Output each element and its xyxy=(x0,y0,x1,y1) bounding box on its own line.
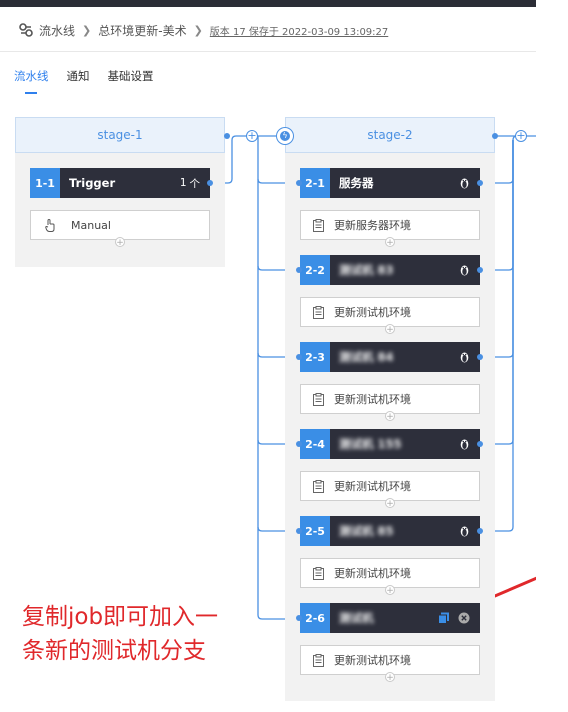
job-2-3[interactable]: 2-3 测试机 84 xyxy=(300,342,480,372)
connector-dot xyxy=(477,441,483,447)
connector-dot xyxy=(207,180,213,186)
connector-dot xyxy=(296,441,302,447)
active-tab-indicator xyxy=(25,92,37,94)
job-2-5[interactable]: 2-5 测试机 85 xyxy=(300,516,480,546)
tab-pipeline[interactable]: 流水线 xyxy=(14,68,49,84)
add-task-icon[interactable]: + xyxy=(385,324,395,335)
clipboard-icon xyxy=(313,392,324,406)
task-label: 更新测试机环境 xyxy=(334,480,411,493)
breadcrumb-root[interactable]: 流水线 xyxy=(39,22,75,39)
breadcrumb-pipeline[interactable]: 总环境更新-美术 xyxy=(98,22,186,39)
top-bar xyxy=(0,0,536,7)
job-name: 测试机 155 xyxy=(339,437,402,451)
tab-bar: 流水线 通知 基础设置 xyxy=(14,68,154,84)
connector-dot xyxy=(477,267,483,273)
task-label: 更新测试机环境 xyxy=(334,654,411,667)
annotation-line-1: 复制job即可加入一 xyxy=(22,604,219,630)
task-label: 更新测试机环境 xyxy=(334,567,411,580)
job-number: 2-3 xyxy=(300,342,330,372)
job-number: 2-4 xyxy=(300,429,330,459)
tab-basic-settings[interactable]: 基础设置 xyxy=(108,68,154,84)
connector-dot xyxy=(296,180,302,186)
tab-notification[interactable]: 通知 xyxy=(67,68,90,84)
job-number: 1-1 xyxy=(30,168,60,198)
job-number: 2-2 xyxy=(300,255,330,285)
linux-icon xyxy=(460,352,469,363)
job-2-2[interactable]: 2-2 测试机 83 xyxy=(300,255,480,285)
task-label: 更新测试机环境 xyxy=(334,393,411,406)
task-update-env[interactable]: 更新测试机环境 xyxy=(300,558,480,588)
add-task-icon[interactable]: + xyxy=(385,411,395,422)
task-update-env[interactable]: 更新测试机环境 xyxy=(300,471,480,501)
linux-icon xyxy=(460,265,469,276)
stage-1-title: stage-1 xyxy=(97,128,143,142)
job-name: 测试机 84 xyxy=(339,350,394,364)
connector-dot xyxy=(477,180,483,186)
annotation-line-2: 条新的测试机分支 xyxy=(22,638,206,664)
stage-1-header[interactable]: stage-1 xyxy=(15,117,225,153)
task-label: 更新测试机环境 xyxy=(334,306,411,319)
add-task-icon[interactable]: + xyxy=(385,237,395,248)
pipeline-logo-icon xyxy=(19,23,33,37)
parallel-stage-icon[interactable]: ϟ xyxy=(276,127,294,145)
task-update-env[interactable]: 更新服务器环境 xyxy=(300,210,480,240)
task-update-env[interactable]: 更新测试机环境 xyxy=(300,297,480,327)
stage-2-title: stage-2 xyxy=(367,128,413,142)
connector-dot xyxy=(296,615,302,621)
job-number: 2-5 xyxy=(300,516,330,546)
job-2-4[interactable]: 2-4 测试机 155 xyxy=(300,429,480,459)
add-task-icon[interactable]: + xyxy=(115,237,125,248)
job-2-6[interactable]: 2-6 测试机 xyxy=(300,603,480,633)
clipboard-icon xyxy=(313,653,324,667)
clipboard-icon xyxy=(313,479,324,493)
add-stage-icon[interactable]: + xyxy=(515,130,527,142)
task-update-env[interactable]: 更新测试机环境 xyxy=(300,384,480,414)
task-update-env[interactable]: 更新测试机环境 xyxy=(300,645,480,675)
job-number: 2-6 xyxy=(300,603,330,633)
job-name: 测试机 85 xyxy=(339,524,394,538)
trigger-count-unit: 个 xyxy=(189,177,201,190)
chevron-right-icon: ❯ xyxy=(193,23,203,37)
task-label: 更新服务器环境 xyxy=(334,219,411,232)
job-name: 测试机 xyxy=(339,611,374,625)
task-manual[interactable]: Manual xyxy=(30,210,210,240)
clipboard-icon xyxy=(313,218,324,232)
connector-dot xyxy=(296,528,302,534)
connector-dot xyxy=(296,354,302,360)
breadcrumb-version[interactable]: 版本 17 保存于 2022-03-09 13:09:27 xyxy=(210,23,388,38)
job-number: 2-1 xyxy=(300,168,330,198)
connector-dot xyxy=(477,354,483,360)
trigger-count-value: 1 xyxy=(179,177,187,189)
linux-icon xyxy=(460,439,469,450)
connector-dot xyxy=(492,133,498,139)
linux-icon xyxy=(460,526,469,537)
chevron-right-icon: ❯ xyxy=(82,23,92,37)
hand-icon xyxy=(45,218,55,232)
job-name: Trigger xyxy=(69,176,116,190)
job-2-1[interactable]: 2-1 服务器 xyxy=(300,168,480,198)
linux-icon xyxy=(460,178,469,189)
add-task-icon[interactable]: + xyxy=(385,672,395,683)
breadcrumb: 流水线 ❯ 总环境更新-美术 ❯ 版本 17 保存于 2022-03-09 13… xyxy=(18,20,388,40)
clipboard-icon xyxy=(313,566,324,580)
job-1-1[interactable]: 1-1 Trigger 1 个 xyxy=(30,168,210,198)
trigger-count: 1 个 xyxy=(180,176,200,191)
connector-dot xyxy=(477,528,483,534)
stage-2-header[interactable]: stage-2 xyxy=(285,117,495,153)
copy-icon[interactable] xyxy=(438,612,450,624)
annotation-note: 复制job即可加入一 条新的测试机分支 xyxy=(22,600,218,668)
connector-dot xyxy=(224,133,230,139)
add-task-icon[interactable]: + xyxy=(385,585,395,596)
connector-dot xyxy=(296,267,302,273)
delete-icon[interactable] xyxy=(458,612,470,624)
add-stage-icon[interactable]: + xyxy=(246,130,258,142)
header-divider xyxy=(0,51,536,52)
task-label: Manual xyxy=(71,218,111,232)
add-task-icon[interactable]: + xyxy=(385,498,395,509)
clipboard-icon xyxy=(313,305,324,319)
job-name: 测试机 83 xyxy=(339,263,394,277)
job-name: 服务器 xyxy=(339,176,374,190)
